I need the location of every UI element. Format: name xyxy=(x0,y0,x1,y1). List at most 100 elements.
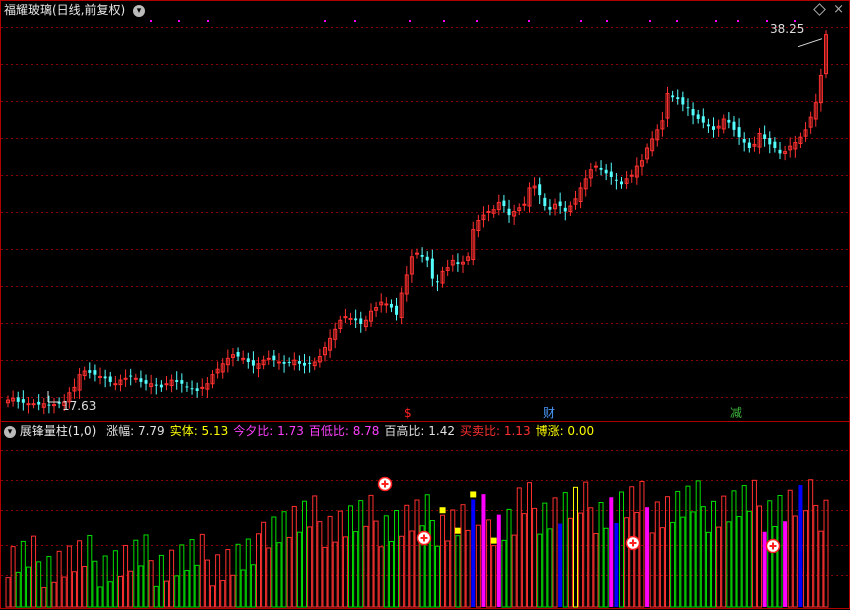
volume-bar xyxy=(138,565,144,608)
volume-bar xyxy=(603,527,609,608)
volume-bar xyxy=(261,521,267,608)
volume-bar xyxy=(169,549,175,608)
volume-bar xyxy=(481,494,486,607)
volume-bar xyxy=(445,540,451,608)
volume-bar xyxy=(598,502,604,608)
volume-bar xyxy=(741,485,747,608)
volume-bar xyxy=(342,536,348,608)
candle-body xyxy=(88,370,92,373)
volume-bar xyxy=(588,507,594,608)
candle-body xyxy=(195,388,199,391)
dropdown-circle-icon[interactable]: ▾ xyxy=(4,425,16,438)
candle-body xyxy=(522,203,527,206)
volume-bar xyxy=(726,521,732,608)
volume-bar xyxy=(123,544,129,608)
candle-body xyxy=(507,208,511,216)
candle-body xyxy=(548,206,552,210)
candle-body xyxy=(26,403,31,406)
candle-body xyxy=(420,254,424,257)
volume-bar xyxy=(792,515,798,608)
volume-bar xyxy=(665,496,671,608)
event-mark-finance[interactable]: 财 xyxy=(543,405,555,421)
high-price-label: 38.25 xyxy=(770,22,805,36)
volume-bar xyxy=(659,527,665,608)
candle-body xyxy=(395,305,399,315)
volume-bar xyxy=(10,546,16,608)
volume-bar xyxy=(777,495,783,608)
volume-bar xyxy=(5,577,11,608)
volume-bar xyxy=(194,564,200,608)
candle-body xyxy=(763,134,767,139)
volume-bar xyxy=(163,580,169,608)
candle-body xyxy=(276,361,281,364)
volume-bar xyxy=(97,586,103,608)
signal-dot xyxy=(150,20,152,22)
candle-body xyxy=(16,397,20,402)
candle-body xyxy=(599,167,603,170)
candle-body xyxy=(773,141,777,148)
stat-item: 涨幅: 7.79 xyxy=(106,424,165,438)
volume-bar xyxy=(818,530,824,608)
candle-body xyxy=(348,317,353,320)
volume-bar xyxy=(475,524,481,608)
volume-bar xyxy=(373,520,379,608)
volume-bar xyxy=(526,482,532,608)
volume-bar xyxy=(358,500,364,608)
volume-bar xyxy=(808,479,814,608)
volume-bar xyxy=(61,576,67,608)
volume-cap xyxy=(490,537,497,544)
candle-body xyxy=(691,109,695,116)
candle-body xyxy=(486,210,491,213)
candle-body xyxy=(543,197,547,207)
volume-bar xyxy=(158,554,164,608)
volume-bar xyxy=(471,499,476,607)
candle-body xyxy=(31,403,36,406)
volume-bar xyxy=(250,564,256,608)
volume-bar xyxy=(46,556,52,608)
candle-body xyxy=(93,370,97,375)
candle-body xyxy=(303,362,307,366)
volume-bar xyxy=(368,494,374,608)
volume-bar xyxy=(639,480,645,608)
candle-body xyxy=(236,352,240,357)
volume-bar xyxy=(378,546,384,608)
volume-bar xyxy=(20,540,26,608)
candle-body xyxy=(354,318,358,321)
low-price-label: 17.63 xyxy=(62,399,97,413)
signal-dot xyxy=(178,20,180,22)
candle-body xyxy=(200,386,205,389)
volume-bar xyxy=(654,501,660,608)
volume-bar xyxy=(532,507,538,608)
stat-item: 百低比: 8.78 xyxy=(308,424,380,438)
volume-bar xyxy=(92,560,98,608)
signal-dot xyxy=(715,20,717,22)
signal-dot xyxy=(476,20,478,22)
event-mark-dollar[interactable]: $ xyxy=(404,405,412,421)
volume-bar xyxy=(772,526,778,608)
candle-body xyxy=(538,184,542,196)
volume-bar xyxy=(440,514,446,608)
volume-bar xyxy=(66,545,72,608)
volume-bar xyxy=(276,542,282,608)
dropdown-circle-icon[interactable]: ▾ xyxy=(133,4,146,17)
volume-bar xyxy=(245,538,251,608)
volume-bar xyxy=(486,519,492,608)
volume-bar xyxy=(15,571,21,608)
candle-body xyxy=(343,316,348,319)
volume-bar xyxy=(174,575,180,608)
volume-bar xyxy=(230,574,236,608)
candle-body xyxy=(558,201,562,207)
volume-bar xyxy=(117,575,123,608)
main-title-bar: 福耀玻璃(日线,前复权) ▾ xyxy=(4,2,146,18)
volume-bar xyxy=(731,490,737,608)
candle-body xyxy=(47,404,51,406)
close-icon[interactable]: × xyxy=(833,2,844,17)
volume-bar xyxy=(348,505,354,608)
event-mark-reduce[interactable]: 减 xyxy=(730,405,742,421)
volume-cap xyxy=(470,491,477,498)
volume-bar xyxy=(51,581,57,608)
volume-bar xyxy=(286,536,292,608)
candle-body xyxy=(620,181,623,185)
volume-bar xyxy=(716,526,722,608)
volume-bar xyxy=(614,522,619,607)
